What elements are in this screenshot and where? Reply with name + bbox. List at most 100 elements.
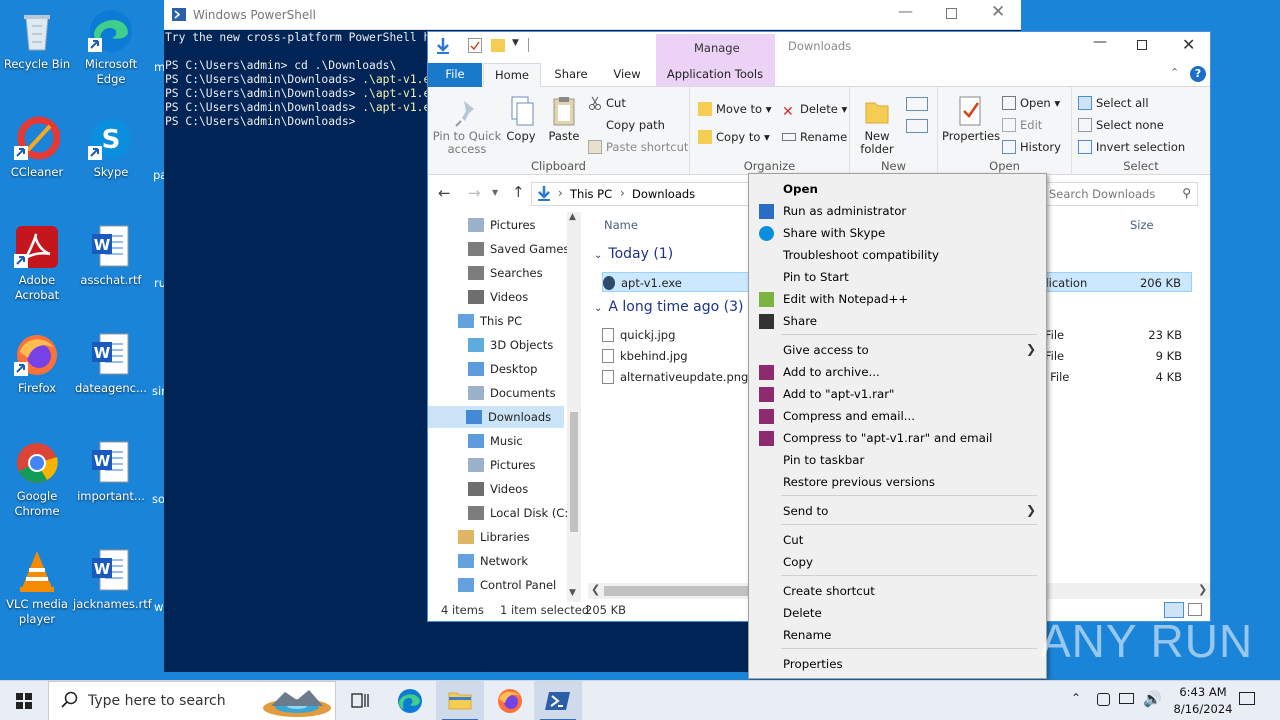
menu-item-restore-previous-versions[interactable]: Restore previous versions — [783, 471, 935, 493]
menu-item-add-to-archive[interactable]: Add to archive... — [783, 361, 880, 383]
menu-item-compress-to-rar-and-email[interactable]: Compress to "apt-v1.rar" and email — [783, 427, 992, 449]
collapse-ribbon-icon[interactable]: ⌃ — [1170, 66, 1179, 79]
history-button[interactable]: History — [1002, 139, 1061, 155]
column-header-size[interactable]: Size — [1130, 218, 1154, 232]
new-folder-quick-icon[interactable] — [491, 39, 505, 52]
start-button[interactable] — [0, 681, 48, 720]
delete-button[interactable]: ✕ Delete ▾ — [782, 101, 847, 119]
menu-item-send-to[interactable]: Send to — [783, 500, 828, 522]
select-none-button[interactable]: Select none — [1078, 117, 1164, 133]
tab-view[interactable]: View — [604, 63, 650, 87]
back-button[interactable]: ← — [438, 184, 451, 202]
file-group-header[interactable]: ⌄ A long time ago (3) — [594, 299, 743, 315]
menu-item-pin-to-start[interactable]: Pin to Start — [783, 266, 849, 288]
desktop-icon-jacknames[interactable]: W jacknames.rtf — [73, 548, 152, 612]
up-button[interactable]: ↑ — [512, 183, 525, 201]
edit-button[interactable]: Edit — [1002, 117, 1042, 133]
clock-time[interactable]: 6:43 AM — [1173, 685, 1233, 699]
paste-button[interactable]: Paste — [544, 95, 584, 143]
select-all-button[interactable]: Select all — [1078, 95, 1149, 111]
task-view-button[interactable] — [336, 681, 384, 720]
paste-shortcut-button[interactable]: Paste shortcut — [588, 139, 688, 155]
desktop-icon-recycle-bin[interactable]: Recycle Bin — [0, 8, 75, 72]
maximize-button[interactable] — [1137, 40, 1147, 50]
menu-item-troubleshoot-compatibility[interactable]: Troubleshoot compatibility — [783, 244, 939, 266]
taskbar-search[interactable]: Type here to search — [48, 681, 336, 720]
copy-path-button[interactable]: Copy path — [588, 117, 665, 133]
explorer-titlebar[interactable]: ▼ Manage Downloads — ✕ — [428, 32, 1210, 86]
scroll-thumb[interactable] — [604, 586, 764, 596]
taskbar-firefox[interactable] — [486, 681, 534, 720]
copy-to-button[interactable]: Copy to ▾ — [698, 129, 770, 145]
menu-item-run-as-administrator[interactable]: Run as administrator — [783, 200, 906, 222]
column-header-name[interactable]: Name — [604, 218, 638, 232]
powershell-titlebar[interactable]: Windows PowerShell — ✕ — [164, 0, 1021, 30]
desktop-icon-important[interactable]: W important... — [73, 440, 149, 504]
desktop-icon-ccleaner[interactable]: CCleaner — [0, 116, 75, 180]
desktop-icon-dateagenc[interactable]: W dateagenc... — [73, 332, 149, 396]
minimize-button[interactable]: — — [898, 2, 918, 20]
desktop-icon-acrobat[interactable]: Adobe Acrobat — [0, 224, 75, 303]
close-button[interactable]: ✕ — [991, 2, 1005, 22]
menu-item-create-shortcut[interactable]: Create shortcut — [783, 580, 875, 602]
breadcrumb-this-pc[interactable]: This PC — [570, 187, 612, 201]
tab-application-tools[interactable]: Application Tools — [658, 63, 772, 87]
menu-item-delete[interactable]: Delete — [783, 602, 822, 624]
menu-item-share-with-skype[interactable]: Share with Skype — [783, 222, 885, 244]
tab-share[interactable]: Share — [548, 63, 594, 87]
menu-item-rename[interactable]: Rename — [783, 624, 831, 646]
menu-item-copy[interactable]: Copy — [783, 551, 813, 573]
move-to-button[interactable]: Move to ▾ — [698, 101, 771, 117]
scroll-down-icon[interactable]: ▼ — [569, 588, 576, 598]
minimize-button[interactable]: — — [1093, 34, 1107, 50]
menu-item-open[interactable]: Open — [783, 178, 818, 200]
copy-button[interactable]: Copy — [502, 95, 540, 143]
tab-file[interactable]: File — [428, 63, 482, 87]
menu-item-share[interactable]: Share — [783, 310, 817, 332]
menu-item-properties[interactable]: Properties — [783, 653, 843, 675]
new-item-icon[interactable] — [906, 97, 928, 111]
maximize-button[interactable] — [946, 8, 957, 19]
scroll-up-icon[interactable]: ▲ — [569, 212, 576, 222]
tab-home[interactable]: Home — [483, 63, 541, 88]
nav-item-downloads[interactable]: Downloads — [428, 406, 564, 428]
forward-button[interactable]: → — [468, 184, 481, 202]
open-button[interactable]: Open ▾ — [1002, 95, 1060, 111]
properties-button[interactable]: Properties — [942, 95, 1000, 143]
scroll-right-icon[interactable]: ❯ — [1198, 583, 1207, 596]
menu-item-edit-with-notepadpp[interactable]: Edit with Notepad++ — [783, 288, 908, 310]
new-folder-button[interactable]: New folder — [854, 95, 900, 156]
desktop-icon-firefox[interactable]: Firefox — [0, 332, 75, 396]
invert-selection-button[interactable]: Invert selection — [1078, 139, 1185, 155]
menu-item-compress-and-email[interactable]: Compress and email... — [783, 405, 915, 427]
breadcrumb-downloads[interactable]: Downloads — [632, 187, 695, 201]
taskbar-file-explorer[interactable] — [436, 681, 484, 720]
search-box[interactable]: Search Downloads ⚲ — [1040, 182, 1198, 206]
chevron-down-icon[interactable]: ▼ — [512, 38, 519, 48]
scroll-left-icon[interactable]: ❮ — [591, 583, 600, 596]
desktop-icon-asschat[interactable]: W asschat.rtf — [73, 224, 149, 288]
desktop-icon-edge[interactable]: Microsoft Edge — [73, 8, 149, 87]
rename-button[interactable]: Rename — [782, 129, 847, 145]
taskbar-edge[interactable] — [386, 681, 434, 720]
desktop-icon-skype[interactable]: S Skype — [73, 116, 149, 180]
easy-access-icon[interactable] — [906, 119, 928, 133]
menu-item-give-access-to[interactable]: Give access to — [783, 339, 869, 361]
taskbar-powershell[interactable] — [534, 681, 582, 720]
close-button[interactable]: ✕ — [1182, 35, 1195, 54]
cut-button[interactable]: Cut — [588, 95, 626, 111]
recent-locations-icon[interactable]: ▼ — [492, 188, 498, 197]
file-group-header[interactable]: ⌄ Today (1) — [594, 246, 673, 262]
nav-scrollbar[interactable]: ▲ ▼ — [567, 212, 581, 602]
menu-item-add-to-apt-v1-rar[interactable]: Add to "apt-v1.rar" — [783, 383, 894, 405]
desktop-icon-chrome[interactable]: Google Chrome — [0, 440, 75, 519]
help-icon[interactable]: ? — [1190, 66, 1206, 82]
network-icon[interactable] — [1097, 693, 1110, 706]
menu-item-cut[interactable]: Cut — [783, 529, 803, 551]
volume-icon[interactable]: 🔊 — [1143, 690, 1162, 708]
scroll-thumb[interactable] — [570, 412, 578, 532]
desktop-icon-vlc[interactable]: VLC media player — [0, 548, 75, 627]
properties-quick-icon[interactable] — [468, 38, 482, 53]
pin-to-quick-access-button[interactable]: Pin to Quick access — [432, 95, 502, 156]
clock-date[interactable]: 8/16/2024 — [1166, 702, 1240, 716]
